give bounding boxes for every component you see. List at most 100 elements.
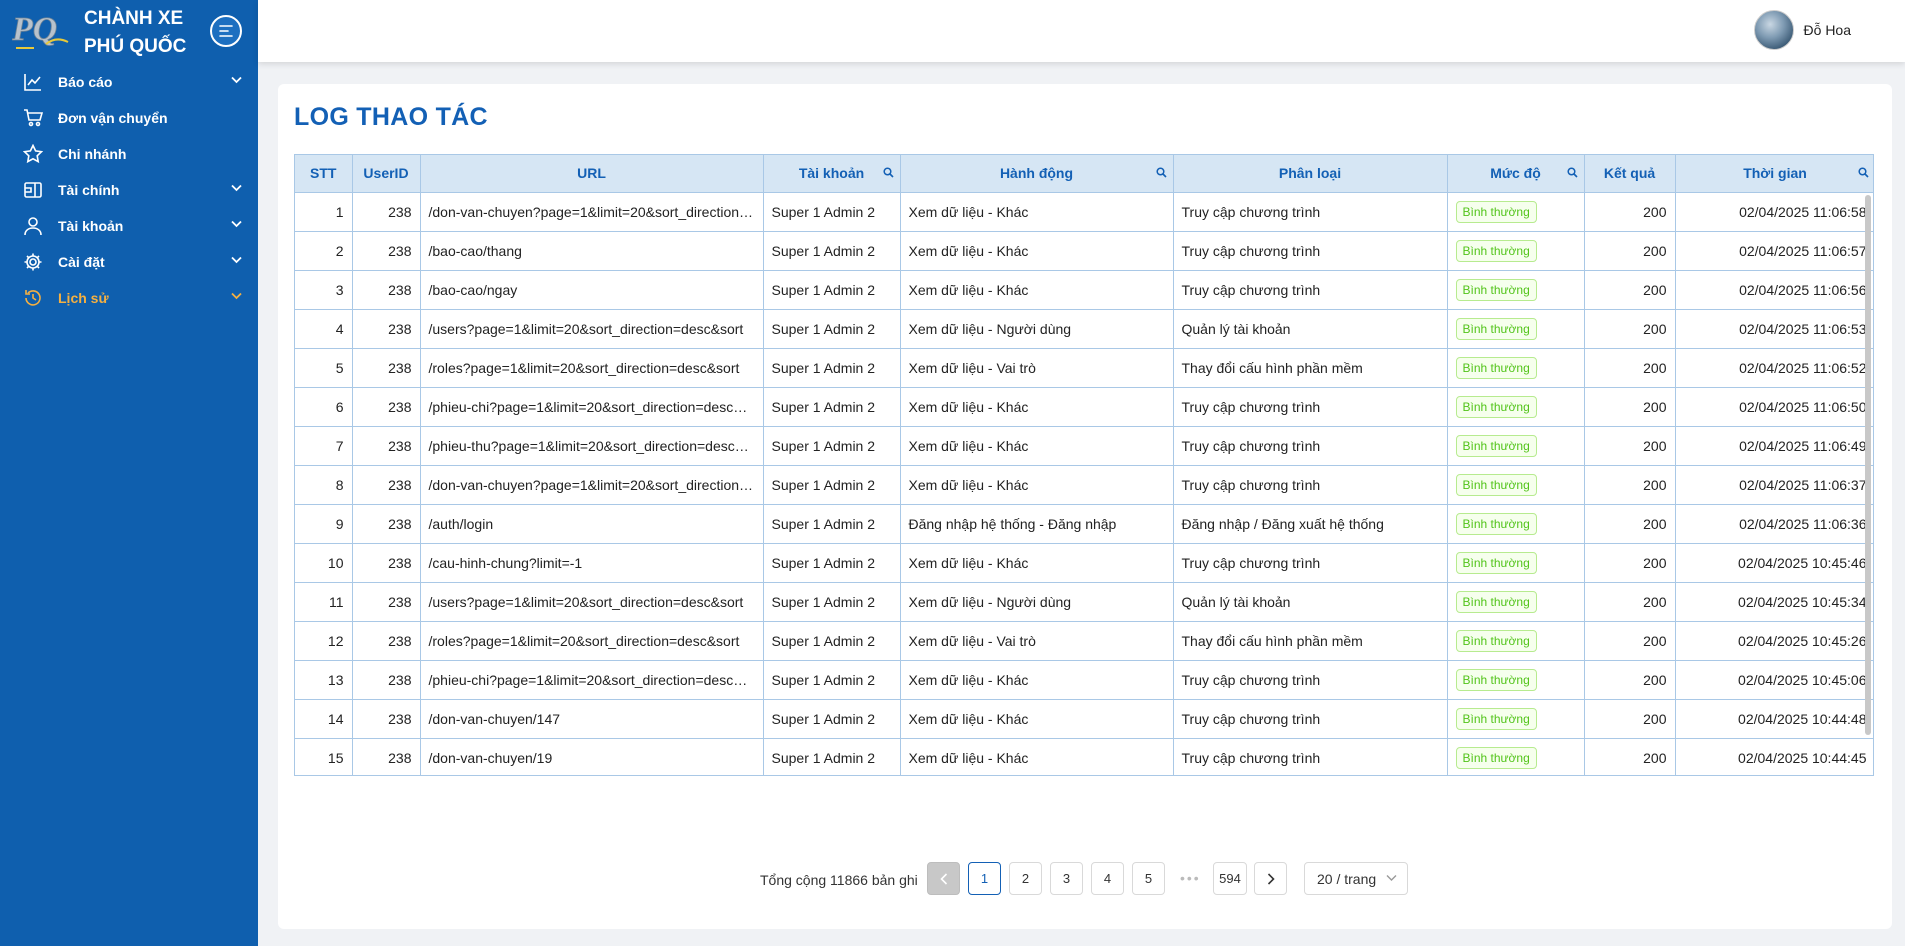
cell-level: Bình thường [1447, 192, 1585, 232]
sidebar-item-cai-dat[interactable]: Cài đặt [0, 244, 258, 280]
table-row[interactable]: 3 238/bao-cao/ngay Super 1 Admin 2 Xem dữ l… [295, 270, 1873, 310]
page-button-2[interactable]: 2 [1009, 862, 1042, 895]
column-header-result[interactable]: Kết quả [1584, 155, 1676, 193]
cell-time: 02/04/2025 11:06:58 [1675, 192, 1873, 232]
sidebar-item-bao-cao[interactable]: Báo cáo [0, 64, 258, 100]
cell-result: 200 [1584, 504, 1676, 544]
user-menu[interactable]: Đỗ Hoa [1753, 10, 1851, 50]
cell-time: 02/04/2025 11:06:36 [1675, 504, 1873, 544]
cell-url: /don-van-chuyen/19 [420, 738, 764, 775]
table-row[interactable]: 2 238/bao-cao/thang Super 1 Admin 2 Xem dữ … [295, 231, 1873, 271]
search-icon[interactable] [1155, 167, 1167, 178]
sidebar-item-label: Chi nhánh [58, 146, 127, 162]
sidebar-item-lich-su[interactable]: Lịch sử [0, 280, 258, 316]
table-row[interactable]: 12 238/roles?page=1&limit=20&sort_directi… [295, 621, 1873, 661]
cell-account: Super 1 Admin 2 [763, 348, 901, 388]
cell-account: Super 1 Admin 2 [763, 309, 901, 349]
column-header-userid[interactable]: UserID [352, 155, 421, 193]
cell-stt: 6 [295, 387, 353, 427]
sidebar-toggle-button[interactable] [210, 15, 242, 47]
column-header-account[interactable]: Tài khoản [763, 155, 901, 193]
cell-level: Bình thường [1447, 309, 1585, 349]
table-row[interactable]: 6 238/phieu-chi?page=1&limit=20&sort_dire… [295, 387, 1873, 427]
cell-action: Xem dữ liệu - Khác [900, 465, 1174, 505]
cell-result: 200 [1584, 231, 1676, 271]
cell-level: Bình thường [1447, 582, 1585, 622]
sidebar-item-tai-khoan[interactable]: Tài khoản [0, 208, 258, 244]
page-size-select[interactable]: 20 / trang [1304, 862, 1408, 895]
cell-action: Xem dữ liệu - Khác [900, 699, 1174, 739]
table-row[interactable]: 4 238/users?page=1&limit=20&sort_directio… [295, 309, 1873, 349]
column-header-label: Thời gian [1743, 165, 1807, 182]
page-button-3[interactable]: 3 [1050, 862, 1083, 895]
cell-level: Bình thường [1447, 699, 1585, 739]
column-header-url[interactable]: URL [420, 155, 764, 193]
table-row[interactable]: 9 238/auth/login Super 1 Admin 2 Đăng nhập … [295, 504, 1873, 544]
cell-category: Truy cập chương trình [1173, 738, 1448, 775]
table-row[interactable]: 11 238/users?page=1&limit=20&sort_directi… [295, 582, 1873, 622]
sidebar: PQ CHÀNH XE PHÚ QUỐC Báo cáo Đơn vận chu… [0, 0, 258, 946]
column-header-time[interactable]: Thời gian [1675, 155, 1873, 193]
cell-userid: 238 [352, 426, 421, 466]
cell-level: Bình thường [1447, 504, 1585, 544]
table-row[interactable]: 15 238/don-van-chuyen/19 Super 1 Admin 2 Xe… [295, 738, 1873, 775]
column-header-category[interactable]: Phân loại [1173, 155, 1448, 193]
cell-category: Truy cập chương trình [1173, 465, 1448, 505]
cell-result: 200 [1584, 660, 1676, 700]
page-button-1[interactable]: 1 [968, 862, 1001, 895]
column-header-stt[interactable]: STT [295, 155, 353, 193]
sidebar-item-don-van-chuyen[interactable]: Đơn vận chuyển [0, 100, 258, 136]
cell-account: Super 1 Admin 2 [763, 543, 901, 583]
cell-userid: 238 [352, 387, 421, 427]
sidebar-item-chi-nhanh[interactable]: Chi nhánh [0, 136, 258, 172]
cell-stt: 12 [295, 621, 353, 661]
log-table-container[interactable]: STT UserID URL Tài khoản Hành động Phân loại M… [294, 154, 1874, 776]
column-header-label: Kết quả [1603, 165, 1656, 182]
column-header-level[interactable]: Mức độ [1447, 155, 1585, 193]
status-badge: Bình thường [1455, 278, 1537, 301]
chevron-down-icon [231, 292, 242, 300]
log-table: STT UserID URL Tài khoản Hành động Phân loại M… [295, 155, 1873, 775]
cell-result: 200 [1584, 582, 1676, 622]
prev-page-button[interactable] [927, 862, 960, 895]
cell-time: 02/04/2025 11:06:57 [1675, 231, 1873, 271]
table-row[interactable]: 7 238/phieu-thu?page=1&limit=20&sort_dire… [295, 426, 1873, 466]
cell-category: Truy cập chương trình [1173, 699, 1448, 739]
cell-stt: 7 [295, 426, 353, 466]
table-row[interactable]: 13 238/phieu-chi?page=1&limit=20&sort_dir… [295, 660, 1873, 700]
cell-account: Super 1 Admin 2 [763, 231, 901, 271]
cell-userid: 238 [352, 465, 421, 505]
cell-action: Xem dữ liệu - Khác [900, 231, 1174, 271]
cell-category: Thay đổi cấu hình phần mềm [1173, 348, 1448, 388]
table-scrollbar[interactable] [1865, 195, 1871, 735]
cell-account: Super 1 Admin 2 [763, 387, 901, 427]
cell-level: Bình thường [1447, 543, 1585, 583]
table-row[interactable]: 10 238/cau-hinh-chung?limit=-1 Super 1 Adm… [295, 543, 1873, 583]
search-icon[interactable] [1566, 167, 1578, 178]
table-row[interactable]: 8 238/don-van-chuyen?page=1&limit=20&sort… [295, 465, 1873, 505]
page-button-4[interactable]: 4 [1091, 862, 1124, 895]
search-icon[interactable] [882, 167, 894, 178]
chevron-down-icon [231, 184, 242, 192]
column-header-action[interactable]: Hành động [900, 155, 1174, 193]
cell-time: 02/04/2025 10:44:48 [1675, 699, 1873, 739]
search-icon[interactable] [1857, 167, 1869, 178]
content-card: LOG THAO TÁC STT UserID URL Tài khoản Hành đ… [278, 84, 1892, 929]
sidebar-item-tai-chinh[interactable]: Tài chính [0, 172, 258, 208]
column-header-label: Mức độ [1490, 165, 1541, 182]
cell-url: /auth/login [420, 504, 764, 544]
page-ellipsis[interactable]: ••• [1180, 870, 1201, 886]
avatar[interactable] [1753, 10, 1794, 50]
table-row[interactable]: 5 238/roles?page=1&limit=20&sort_directio… [295, 348, 1873, 388]
cell-result: 200 [1584, 192, 1676, 232]
table-row[interactable]: 1 238/don-van-chuyen?page=1&limit=20&sort… [295, 192, 1873, 232]
logo-icon: PQ [12, 11, 69, 49]
table-row[interactable]: 14 238/don-van-chuyen/147 Super 1 Admin 2X… [295, 699, 1873, 739]
next-page-button[interactable] [1254, 862, 1287, 895]
status-badge: Bình thường [1455, 395, 1537, 418]
status-badge: Bình thường [1455, 239, 1537, 262]
sidebar-item-label: Đơn vận chuyển [58, 110, 168, 126]
sidebar-item-label: Báo cáo [58, 74, 113, 90]
page-button-last[interactable]: 594 [1213, 862, 1247, 895]
page-button-5[interactable]: 5 [1132, 862, 1165, 895]
